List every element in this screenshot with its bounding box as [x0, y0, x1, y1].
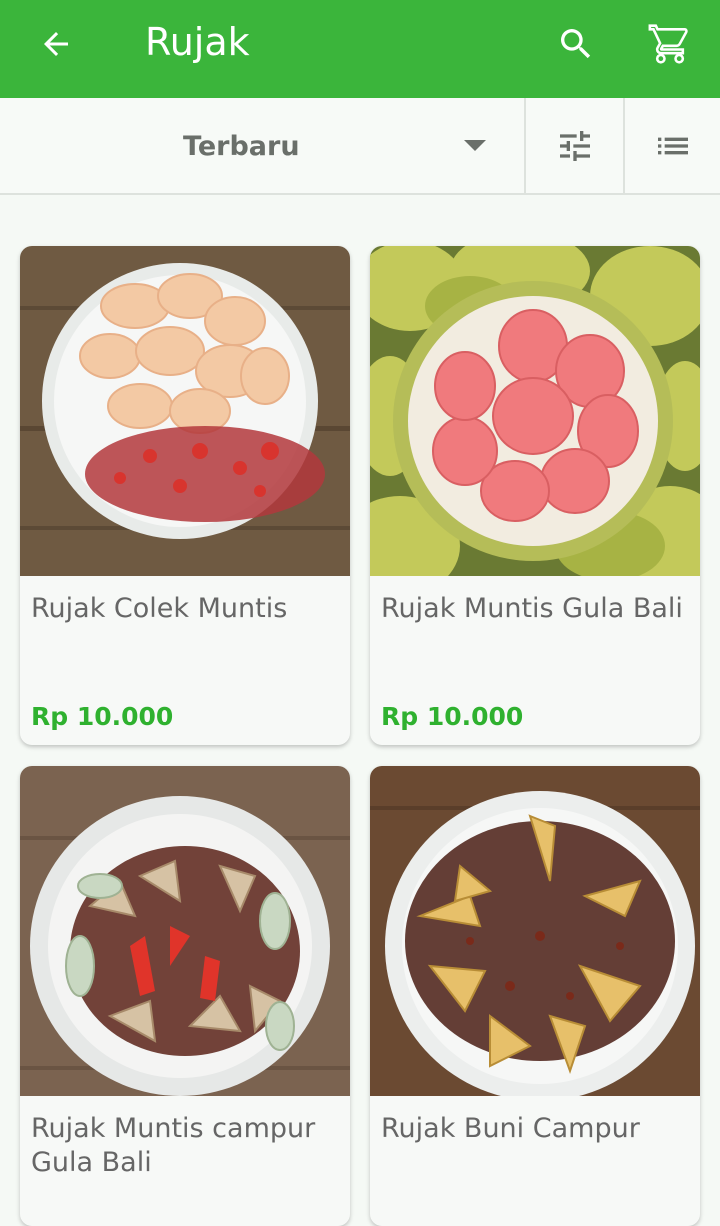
- caret-down-icon: [464, 140, 486, 151]
- product-image: [20, 766, 350, 1096]
- product-image: [20, 246, 350, 576]
- product-name: Rujak Buni Campur: [381, 1113, 640, 1144]
- cart-icon: [648, 24, 688, 64]
- product-name: Rujak Muntis Gula Bali: [381, 593, 683, 624]
- list-view-button[interactable]: [623, 98, 720, 193]
- product-card[interactable]: Rujak Muntis Gula Bali Rp 10.000: [370, 246, 700, 745]
- product-card[interactable]: Rujak Buni Campur: [370, 766, 700, 1226]
- sort-label: Terbaru: [183, 131, 300, 162]
- product-image: [370, 246, 700, 576]
- back-button[interactable]: [30, 20, 82, 68]
- sort-filter-bar: Terbaru: [0, 98, 720, 195]
- search-button[interactable]: [548, 16, 604, 72]
- sliders-icon: [559, 130, 590, 161]
- search-icon: [561, 29, 591, 59]
- product-image: [370, 766, 700, 1096]
- product-card[interactable]: Rujak Muntis campur Gula Bali: [20, 766, 350, 1226]
- cart-button[interactable]: [642, 16, 698, 72]
- app-bar: Rujak: [0, 0, 720, 98]
- product-name: Rujak Muntis campur Gula Bali: [31, 1113, 316, 1178]
- list-view-icon: [657, 137, 688, 154]
- filter-button[interactable]: [524, 98, 623, 193]
- sort-dropdown[interactable]: Terbaru: [0, 98, 524, 193]
- product-price: Rp 10.000: [381, 702, 524, 731]
- product-card[interactable]: Rujak Colek Muntis Rp 10.000: [20, 246, 350, 745]
- product-name: Rujak Colek Muntis: [31, 593, 288, 624]
- page-title: Rujak: [145, 20, 250, 64]
- product-price: Rp 10.000: [31, 702, 174, 731]
- arrow-left-icon: [44, 32, 68, 56]
